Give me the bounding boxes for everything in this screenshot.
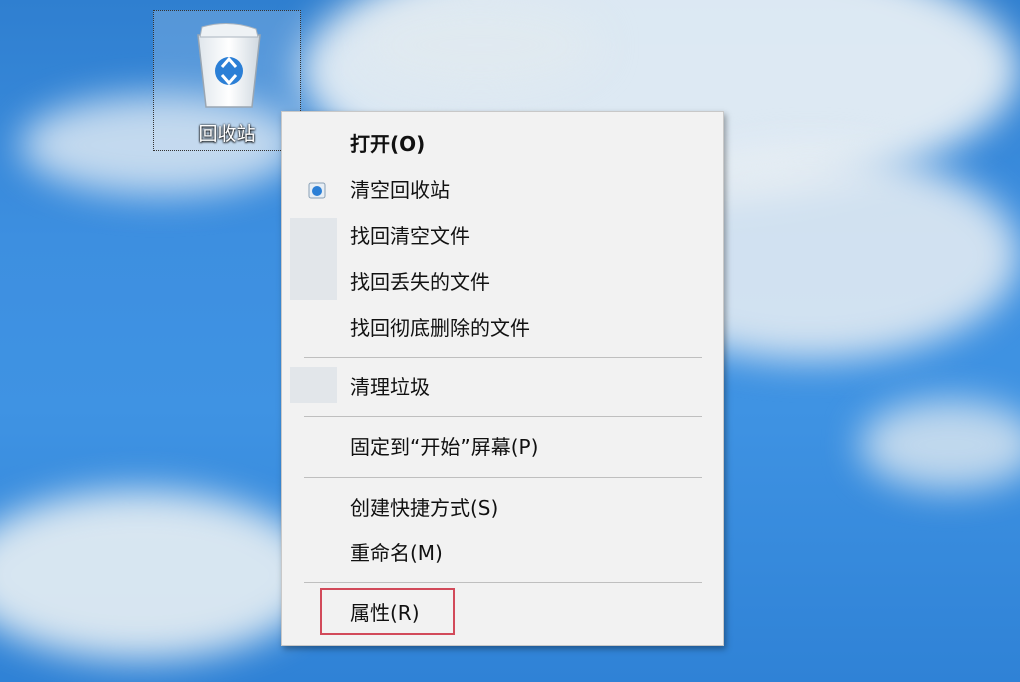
menu-separator	[304, 416, 702, 417]
recycle-bin-desktop-icon[interactable]: 回收站	[153, 10, 301, 151]
menu-item-label: 创建快捷方式(S)	[350, 496, 499, 520]
menu-item-label: 重命名(M)	[350, 541, 443, 565]
menu-item-label: 清理垃圾	[350, 375, 430, 399]
recycle-bin-icon	[308, 182, 326, 199]
menu-item-recover-deleted-files[interactable]: 找回彻底删除的文件	[282, 308, 723, 348]
cloud	[0, 490, 320, 660]
menu-item-open[interactable]: 打开(O)	[282, 124, 723, 164]
menu-item-create-shortcut[interactable]: 创建快捷方式(S)	[282, 488, 723, 528]
highlight-box	[320, 588, 455, 635]
menu-item-label: 清空回收站	[350, 178, 450, 202]
menu-item-recover-lost-files[interactable]: 找回丢失的文件	[282, 262, 723, 302]
menu-item-pin-to-start[interactable]: 固定到“开始”屏幕(P)	[282, 427, 723, 467]
menu-item-empty-recycle-bin[interactable]: 清空回收站	[282, 170, 723, 210]
menu-item-label: 固定到“开始”屏幕(P)	[350, 435, 539, 459]
menu-item-label: 找回清空文件	[350, 224, 470, 248]
cloud	[860, 400, 1020, 490]
menu-separator	[304, 582, 702, 583]
menu-item-recover-emptied-files[interactable]: 找回清空文件	[282, 216, 723, 256]
recycle-bin-icon	[197, 23, 261, 108]
recycle-bin-label: 回收站	[198, 123, 256, 145]
menu-separator	[304, 357, 702, 358]
menu-separator	[304, 477, 702, 478]
menu-item-label: 找回丢失的文件	[350, 270, 490, 294]
menu-item-label: 打开(O)	[350, 132, 426, 156]
context-menu: 打开(O) 清空回收站 找回清空文件 找回丢失的文件 找回彻底删除的文件 清理垃…	[281, 111, 724, 646]
cloud	[360, 0, 600, 90]
menu-item-rename[interactable]: 重命名(M)	[282, 533, 723, 573]
menu-item-label: 找回彻底删除的文件	[350, 316, 530, 340]
menu-item-clean-junk[interactable]: 清理垃圾	[282, 367, 723, 407]
